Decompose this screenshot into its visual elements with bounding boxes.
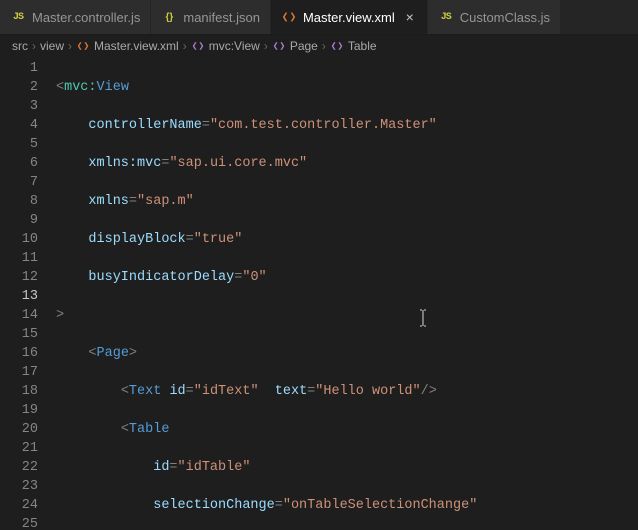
code-line[interactable]: id="idTable" — [56, 458, 638, 477]
js-icon: JS — [10, 9, 26, 25]
tab-label: CustomClass.js — [460, 10, 550, 25]
code-line[interactable]: <mvc:View — [56, 78, 638, 97]
tab-custom-class[interactable]: JS CustomClass.js — [428, 0, 561, 34]
code-line[interactable]: > — [56, 306, 638, 325]
chevron-right-icon: › — [264, 39, 268, 53]
crumb-folder-view[interactable]: view — [40, 39, 64, 53]
tab-manifest-json[interactable]: {} manifest.json — [151, 0, 271, 34]
tab-master-view-xml[interactable]: Master.view.xml × — [271, 0, 428, 34]
breadcrumb: src › view › Master.view.xml › mvc:View … — [0, 35, 638, 57]
crumb-folder-src[interactable]: src — [12, 39, 28, 53]
tab-label: Master.view.xml — [303, 10, 395, 25]
editor[interactable]: 1234 5678 9101112 13141516 17181920 2122… — [0, 57, 638, 530]
js-icon: JS — [438, 9, 454, 25]
code-line[interactable]: <Text id="idText" text="Hello world"/> — [56, 382, 638, 401]
tab-label: Master.controller.js — [32, 10, 140, 25]
close-icon[interactable]: × — [403, 10, 417, 24]
symbol-icon — [330, 39, 344, 53]
chevron-right-icon: › — [68, 39, 72, 53]
xml-icon — [281, 9, 297, 25]
chevron-right-icon: › — [322, 39, 326, 53]
chevron-right-icon: › — [32, 39, 36, 53]
crumb-file[interactable]: Master.view.xml — [76, 39, 179, 53]
code-line[interactable]: busyIndicatorDelay="0" — [56, 268, 638, 287]
code-line[interactable]: controllerName="com.test.controller.Mast… — [56, 116, 638, 135]
crumb-symbol-table[interactable]: Table — [330, 39, 377, 53]
tab-label: manifest.json — [183, 10, 260, 25]
code-line[interactable]: xmlns:mvc="sap.ui.core.mvc" — [56, 154, 638, 173]
gutter: 1234 5678 9101112 13141516 17181920 2122… — [0, 57, 56, 530]
crumb-symbol-view[interactable]: mvc:View — [191, 39, 260, 53]
tab-bar: JS Master.controller.js {} manifest.json… — [0, 0, 638, 35]
chevron-right-icon: › — [183, 39, 187, 53]
code-line[interactable]: xmlns="sap.m" — [56, 192, 638, 211]
crumb-symbol-page[interactable]: Page — [272, 39, 318, 53]
code-line[interactable]: <Page> — [56, 344, 638, 363]
code-area[interactable]: <mvc:View controllerName="com.test.contr… — [56, 57, 638, 530]
tab-master-controller[interactable]: JS Master.controller.js — [0, 0, 151, 34]
xml-icon — [76, 39, 90, 53]
symbol-icon — [272, 39, 286, 53]
code-line[interactable]: displayBlock="true" — [56, 230, 638, 249]
code-line[interactable]: selectionChange="onTableSelectionChange" — [56, 496, 638, 515]
json-icon: {} — [161, 9, 177, 25]
code-line[interactable]: <Table — [56, 420, 638, 439]
symbol-icon — [191, 39, 205, 53]
